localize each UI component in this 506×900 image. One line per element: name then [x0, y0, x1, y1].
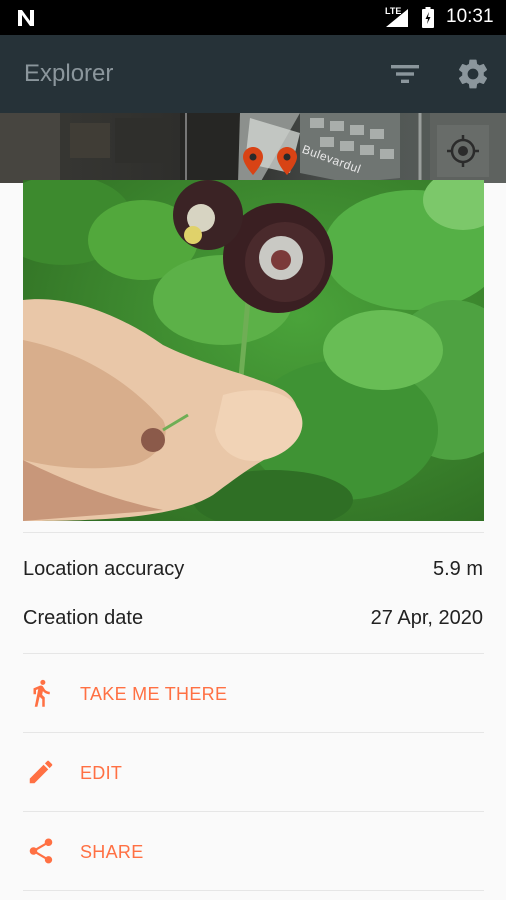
- my-location-icon[interactable]: [437, 125, 489, 177]
- n-notification-icon: [18, 10, 34, 26]
- divider: [23, 532, 484, 533]
- share-button[interactable]: SHARE: [0, 812, 506, 890]
- edit-button[interactable]: EDIT: [0, 733, 506, 811]
- share-icon: [29, 838, 53, 864]
- gear-icon[interactable]: [455, 56, 491, 92]
- walk-icon: [33, 679, 50, 707]
- pencil-icon: [29, 760, 53, 784]
- location-accuracy-label: Location accuracy: [23, 558, 185, 580]
- edit-label: EDIT: [80, 763, 123, 783]
- share-label: SHARE: [80, 842, 144, 862]
- signal-icon: [386, 9, 408, 27]
- take-me-there-button[interactable]: TAKE ME THERE: [0, 654, 506, 732]
- map-view[interactable]: [0, 113, 506, 183]
- map-pin-icon[interactable]: [243, 147, 263, 175]
- status-bar: LTE 10:31: [0, 0, 506, 35]
- creation-date-label: Creation date: [23, 607, 144, 629]
- creation-date-value: 27 Apr, 2020: [370, 607, 483, 629]
- map-pin-icon[interactable]: [277, 147, 297, 175]
- page-title: Explorer: [24, 60, 114, 87]
- battery-icon: [422, 7, 434, 28]
- filter-icon[interactable]: [389, 59, 421, 89]
- observation-photo[interactable]: [23, 180, 484, 521]
- divider: [23, 890, 484, 891]
- flower-photo-image: [23, 180, 484, 521]
- clock: 10:31: [446, 6, 494, 27]
- take-me-there-label: TAKE ME THERE: [80, 684, 228, 704]
- location-accuracy-value: 5.9 m: [432, 558, 483, 580]
- app-bar: Explorer: [0, 35, 506, 113]
